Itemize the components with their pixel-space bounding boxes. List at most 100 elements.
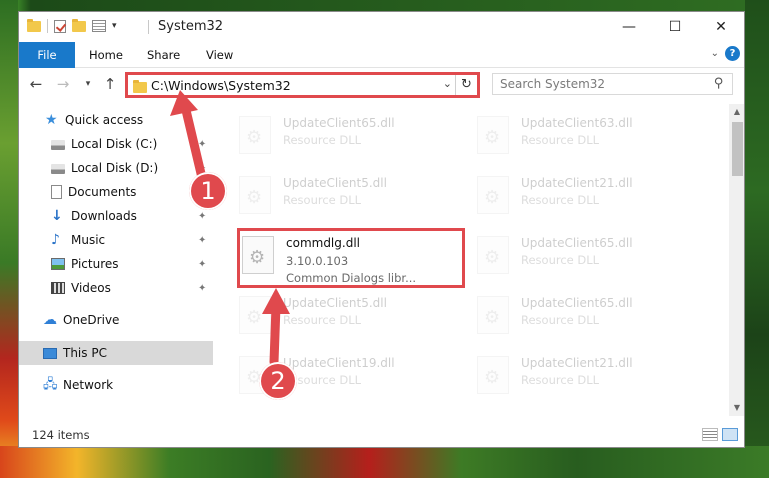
file-tile[interactable]: UpdateClient5.dll Resource DLL xyxy=(235,168,463,222)
dll-file-icon xyxy=(477,176,509,214)
nav-item-local-disk-d[interactable]: Local Disk (D:) ✦ xyxy=(19,156,213,180)
nav-item-local-disk-c[interactable]: Local Disk (C:) ✦ xyxy=(19,132,213,156)
status-bar: 124 items xyxy=(19,423,744,447)
file-description: Common Dialogs libr... xyxy=(286,271,417,285)
address-path[interactable]: C:\Windows\System32 xyxy=(151,78,291,93)
dll-file-icon xyxy=(477,116,509,154)
file-description: Resource DLL xyxy=(521,373,600,387)
vertical-scrollbar[interactable]: ▲ ▼ xyxy=(729,104,744,416)
nav-item-network[interactable]: 🖧 Network xyxy=(19,373,213,397)
file-description: Resource DLL xyxy=(283,193,362,207)
nav-item-this-pc[interactable]: This PC xyxy=(19,341,213,365)
file-tile[interactable]: UpdateClient21.dll Resource DLL xyxy=(473,168,701,222)
pin-icon[interactable]: ✦ xyxy=(198,283,206,294)
file-name: UpdateClient65.dll xyxy=(521,296,633,310)
pin-icon[interactable]: ✦ xyxy=(198,235,206,246)
view-switcher xyxy=(702,428,738,441)
up-arrow-icon[interactable]: ↑ xyxy=(101,74,119,94)
nav-item-downloads[interactable]: ↓ Downloads ✦ xyxy=(19,204,213,228)
window-controls: — ☐ ✕ xyxy=(606,12,744,42)
file-name: UpdateClient19.dll xyxy=(283,356,395,370)
file-tile[interactable]: UpdateClient5.dll Resource DLL xyxy=(235,288,463,342)
tab-home[interactable]: Home xyxy=(89,42,123,68)
quick-access-toolbar: ▾ xyxy=(27,18,117,33)
nav-item-label: Music xyxy=(71,233,106,247)
file-name: UpdateClient65.dll xyxy=(521,236,633,250)
nav-item-music[interactable]: ♪ Music ✦ xyxy=(19,228,213,252)
customize-toolbar-dropdown-icon[interactable]: ▾ xyxy=(112,21,117,31)
background-left xyxy=(0,0,18,478)
nav-item-videos[interactable]: Videos ✦ xyxy=(19,276,213,300)
tab-view[interactable]: View xyxy=(206,42,233,68)
search-icon[interactable]: ⚲ xyxy=(714,76,724,91)
tiles-view-icon[interactable] xyxy=(722,428,738,441)
documents-icon xyxy=(51,185,62,199)
nav-item-onedrive[interactable]: ☁ OneDrive xyxy=(19,308,213,332)
help-icon[interactable]: ? xyxy=(725,46,740,61)
tab-share[interactable]: Share xyxy=(147,42,180,68)
minimize-button[interactable]: — xyxy=(606,12,652,42)
search-box[interactable]: Search System32 ⚲ xyxy=(492,73,733,95)
scroll-down-arrow-icon[interactable]: ▼ xyxy=(729,400,744,416)
address-bar[interactable]: C:\Windows\System32 ⌄ ↻ xyxy=(125,72,480,98)
file-name: UpdateClient5.dll xyxy=(283,296,387,310)
nav-item-documents[interactable]: Documents ✦ xyxy=(19,180,213,204)
file-description: Resource DLL xyxy=(283,313,362,327)
step-2-badge: 2 xyxy=(259,362,297,400)
dll-file-icon xyxy=(242,236,274,274)
folder-icon xyxy=(27,18,41,32)
nav-item-label: Local Disk (C:) xyxy=(71,137,158,151)
file-tile-commdlg[interactable]: commdlg.dll 3.10.0.103 Common Dialogs li… xyxy=(237,228,465,288)
scroll-up-arrow-icon[interactable]: ▲ xyxy=(729,104,744,120)
expand-ribbon-chevron-icon[interactable]: ⌄ xyxy=(711,48,719,59)
properties-check-icon[interactable] xyxy=(54,19,66,33)
nav-item-label: Downloads xyxy=(71,209,137,223)
file-description: Resource DLL xyxy=(283,133,362,147)
file-list: UpdateClient65.dll Resource DLL UpdateCl… xyxy=(229,104,729,416)
nav-item-pictures[interactable]: Pictures ✦ xyxy=(19,252,213,276)
pin-icon[interactable]: ✦ xyxy=(198,211,206,222)
search-input[interactable]: Search System32 xyxy=(500,77,605,91)
star-icon: ★ xyxy=(45,112,58,128)
file-tile[interactable]: UpdateClient65.dll Resource DLL xyxy=(235,108,463,162)
forward-arrow-icon[interactable]: → xyxy=(54,74,72,94)
file-tile[interactable]: UpdateClient21.dll Resource DLL xyxy=(473,348,701,402)
ribbon-controls: ⌄ ? xyxy=(711,46,740,61)
file-tile[interactable]: UpdateClient65.dll Resource DLL xyxy=(473,288,701,342)
dll-file-icon xyxy=(239,296,271,334)
background-bottom xyxy=(0,446,769,478)
new-folder-icon[interactable] xyxy=(72,18,86,32)
file-tile[interactable]: UpdateClient65.dll Resource DLL xyxy=(473,228,701,282)
scroll-thumb[interactable] xyxy=(732,122,743,176)
close-button[interactable]: ✕ xyxy=(698,12,744,42)
nav-item-label: This PC xyxy=(63,346,107,360)
downloads-icon: ↓ xyxy=(51,208,63,224)
title-bar: ▾ System32 — ☐ ✕ xyxy=(19,12,744,42)
recent-locations-chevron-icon[interactable]: ▾ xyxy=(79,74,97,94)
address-dropdown-chevron-icon[interactable]: ⌄ xyxy=(443,77,452,90)
file-description: Resource DLL xyxy=(521,193,600,207)
pictures-icon xyxy=(51,258,65,270)
music-icon: ♪ xyxy=(51,232,60,248)
nav-item-quick-access[interactable]: ★ Quick access xyxy=(19,108,213,132)
file-tile[interactable]: UpdateClient63.dll Resource DLL xyxy=(473,108,701,162)
back-arrow-icon[interactable]: ← xyxy=(27,74,45,94)
background-right xyxy=(745,0,769,478)
nav-item-label: Documents xyxy=(68,185,137,199)
pin-icon[interactable]: ✦ xyxy=(198,139,206,150)
dll-file-icon xyxy=(477,296,509,334)
tab-file[interactable]: File xyxy=(19,42,75,68)
details-view-icon[interactable] xyxy=(702,428,718,441)
address-folder-icon xyxy=(133,80,147,93)
navigation-bar: ← → ▾ ↑ C:\Windows\System32 ⌄ ↻ Search S… xyxy=(19,70,744,100)
properties-icon[interactable] xyxy=(92,20,106,32)
file-name: UpdateClient21.dll xyxy=(521,176,633,190)
maximize-button[interactable]: ☐ xyxy=(652,12,698,42)
dll-file-icon xyxy=(477,356,509,394)
item-count: 124 items xyxy=(32,428,90,442)
pin-icon[interactable]: ✦ xyxy=(198,259,206,270)
refresh-icon[interactable]: ↻ xyxy=(455,75,477,95)
network-icon: 🖧 xyxy=(43,377,58,392)
ribbon-tabs: File Home Share View ⌄ ? xyxy=(19,42,744,68)
file-version: 3.10.0.103 xyxy=(286,254,349,268)
